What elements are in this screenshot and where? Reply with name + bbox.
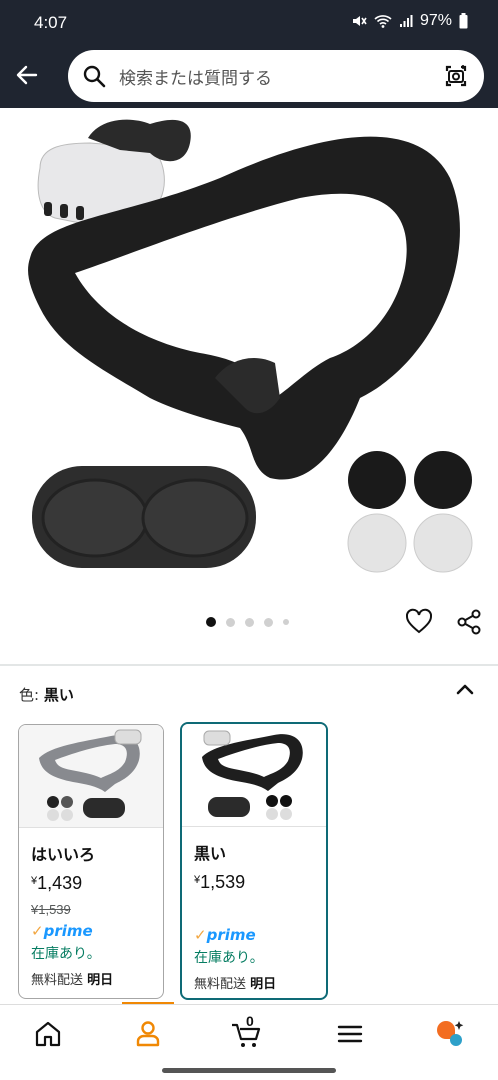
- thumb-cap-white-2: [413, 513, 473, 573]
- product-illustration: [28, 119, 473, 573]
- color-label-prefix: 色:: [19, 686, 40, 704]
- bottom-nav: 0: [0, 1004, 498, 1066]
- rufus-icon[interactable]: [433, 1017, 467, 1051]
- variant-name: はいいろ: [31, 845, 96, 864]
- signal-icon: [399, 15, 413, 27]
- shipping-info: 無料配送 明日: [31, 973, 114, 988]
- heart-icon[interactable]: [405, 608, 433, 636]
- prime-check-icon: ✓: [194, 926, 207, 944]
- color-selector-label: 色: 黒い: [19, 684, 74, 705]
- thumb-cap-black-2: [414, 451, 472, 509]
- section-divider: [0, 664, 498, 666]
- chevron-up-icon[interactable]: [453, 678, 477, 702]
- battery-icon: [459, 13, 468, 29]
- stock-status: 在庫あり。: [31, 946, 101, 962]
- image-carousel-dots[interactable]: [206, 617, 289, 627]
- mute-icon: [352, 16, 367, 26]
- variant-thumbnail: [182, 724, 326, 827]
- stock-status: 在庫あり。: [194, 950, 264, 966]
- shipping-info: 無料配送 明日: [194, 977, 277, 992]
- status-bar: 4:07 97%: [0, 0, 498, 46]
- variant-price: ¥1,539: [194, 872, 246, 892]
- variant-old-price: ¥1,539: [31, 902, 71, 917]
- carousel-dot[interactable]: [245, 617, 254, 627]
- cart-count: 0: [246, 1013, 254, 1029]
- variant-name: 黒い: [194, 844, 227, 863]
- thumb-cap-black-1: [348, 451, 406, 509]
- menu-icon[interactable]: [333, 1017, 367, 1051]
- search-input[interactable]: 検索または質問する: [68, 50, 484, 102]
- selected-color-name: 黒い: [43, 686, 74, 704]
- variant-card-black[interactable]: 黒い ¥1,539 ✓prime 在庫あり。 無料配送 明日: [180, 722, 328, 1000]
- status-time: 4:07: [34, 13, 68, 32]
- gesture-bar: [162, 1068, 336, 1073]
- variant-card-gray[interactable]: はいいろ ¥1,439 ¥1,539 ✓prime 在庫あり。 無料配送 明日: [18, 724, 164, 999]
- status-icons: 97%: [351, 12, 468, 30]
- battery-percent: 97%: [419, 12, 452, 29]
- product-image[interactable]: [0, 108, 498, 608]
- carousel-dot[interactable]: [226, 617, 235, 627]
- thumb-cap-white-1: [347, 513, 407, 573]
- search-icon: [83, 65, 106, 88]
- prime-badge: ✓prime: [194, 926, 256, 944]
- account-icon[interactable]: [131, 1017, 165, 1051]
- carousel-dot[interactable]: [283, 619, 289, 625]
- home-icon[interactable]: [31, 1017, 65, 1051]
- app-header: 検索または質問する: [0, 46, 498, 108]
- back-arrow-icon[interactable]: [12, 60, 42, 90]
- variant-price: ¥1,439: [31, 873, 83, 893]
- cart-button[interactable]: 0: [230, 1013, 264, 1051]
- prime-check-icon: ✓: [31, 922, 44, 940]
- variant-thumbnail: [19, 725, 163, 828]
- carousel-dot[interactable]: [206, 617, 216, 627]
- prime-badge: ✓prime: [31, 922, 93, 940]
- carousel-dot[interactable]: [264, 617, 273, 627]
- wifi-icon: [374, 15, 392, 28]
- share-icon[interactable]: [455, 608, 483, 636]
- camera-search-icon[interactable]: [442, 62, 470, 90]
- search-placeholder: 検索または質問する: [119, 69, 272, 89]
